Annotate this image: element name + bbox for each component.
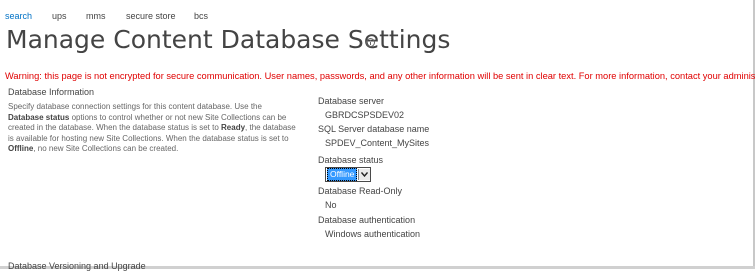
database-name-label: SQL Server database name [318, 124, 430, 134]
nav-link-bcs[interactable]: bcs [194, 11, 208, 21]
desc-bold: Ready [221, 123, 246, 132]
info-icon[interactable] [366, 38, 375, 47]
database-readonly-label: Database Read-Only [318, 186, 403, 196]
desc-text: , no new Site Collections can be created… [33, 144, 179, 153]
desc-bold: Database status [8, 112, 70, 122]
database-status-select[interactable]: Offline [325, 167, 372, 182]
database-status-label: Database status [318, 155, 384, 165]
database-readonly-value: No [325, 200, 337, 210]
database-name-value: SPDEV_Content_MySites [325, 138, 430, 148]
security-warning: Warning: this page is not encrypted for … [5, 71, 755, 81]
desc-bold: Offline [8, 144, 34, 153]
nav-link-mms[interactable]: mms [86, 11, 106, 21]
nav-link-search[interactable]: search [5, 11, 32, 21]
page-title: Manage Content Database Settings [6, 25, 451, 54]
nav-link-secure-store[interactable]: secure store [126, 11, 176, 21]
database-server-label: Database server [318, 96, 385, 106]
database-server-value: GBRDCSPSDEV02 [325, 110, 405, 120]
section-title-database-information: Database Information [8, 87, 95, 97]
desc-text: Specify database connection settings for… [8, 102, 262, 111]
section-title-database-versioning: Database Versioning and Upgrade [8, 261, 146, 271]
chevron-down-icon[interactable] [358, 169, 371, 180]
database-authentication-value: Windows authentication [325, 229, 421, 239]
section-description: Specify database connection settings for… [8, 102, 298, 155]
database-authentication-label: Database authentication [318, 215, 416, 225]
nav-link-ups[interactable]: ups [52, 11, 67, 21]
database-status-selected-value: Offline [327, 168, 358, 181]
